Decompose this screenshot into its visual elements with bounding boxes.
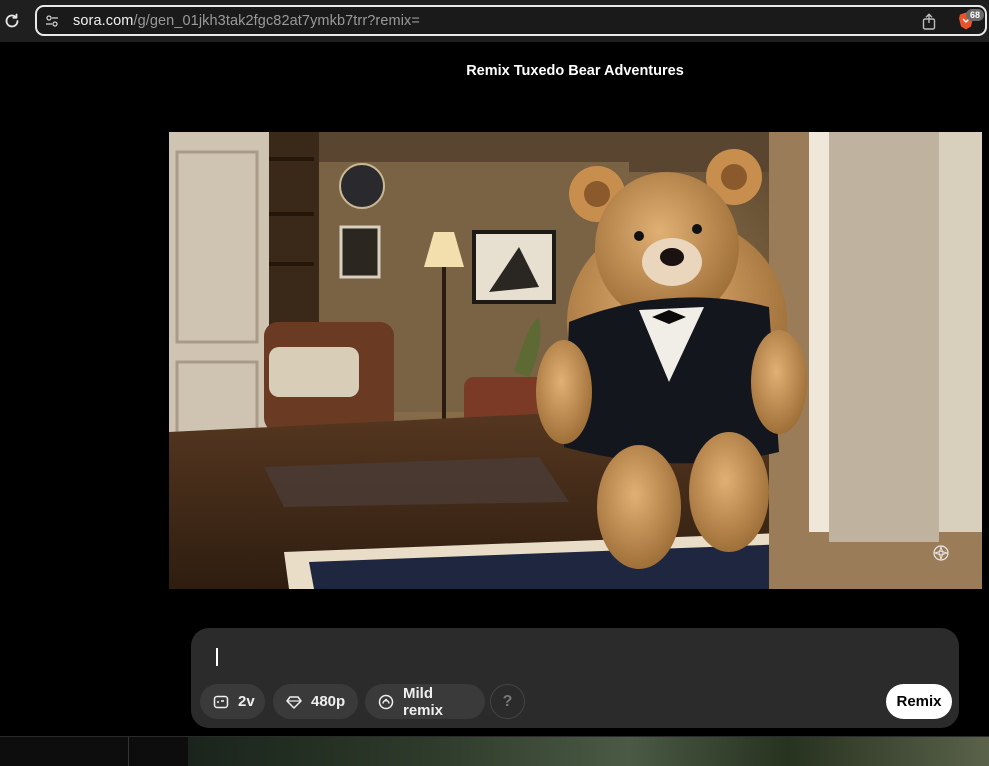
remix-strength-button[interactable]: Mild remix [365, 684, 485, 719]
site-settings-icon[interactable] [45, 14, 59, 28]
reload-icon[interactable] [3, 12, 21, 30]
url-host: sora.com [73, 13, 134, 29]
address-bar[interactable]: sora.com/g/gen_01jkh3tak2fgc82at7ymkb7tr… [35, 5, 987, 36]
resolution-button[interactable]: 480p [273, 684, 358, 719]
resolution-label: 480p [311, 693, 346, 710]
feed-thumbnail[interactable] [188, 737, 989, 766]
variations-label: 2v [238, 693, 255, 710]
url-text[interactable]: sora.com/g/gen_01jkh3tak2fgc82at7ymkb7tr… [73, 13, 420, 29]
video-frame-illustration [169, 132, 982, 589]
diamond-icon [286, 695, 302, 709]
remix-strength-icon [378, 694, 394, 709]
prompt-input[interactable] [211, 650, 815, 672]
sora-watermark-icon [933, 545, 949, 561]
help-button[interactable]: ? [490, 684, 525, 719]
page-title: Remix Tuxedo Bear Adventures [466, 63, 684, 79]
variations-icon [213, 695, 229, 708]
browser-toolbar: sora.com/g/gen_01jkh3tak2fgc82at7ymkb7tr… [0, 0, 989, 42]
variations-button[interactable]: 2v [200, 684, 265, 719]
remix-strength-label: Mild remix [403, 684, 444, 719]
shields-count-badge: 68 [966, 9, 984, 21]
video-preview[interactable] [169, 132, 982, 589]
share-icon[interactable] [921, 13, 937, 30]
remix-submit-button[interactable]: Remix [886, 684, 952, 719]
text-caret [216, 648, 218, 666]
url-path: /g/gen_01jkh3tak2fgc82at7ymkb7trr?remix= [133, 13, 420, 29]
remix-composer: 2v 480p Mild remix ? Remix [191, 628, 959, 728]
feed-strip [0, 736, 989, 766]
feed-divider [128, 737, 129, 766]
